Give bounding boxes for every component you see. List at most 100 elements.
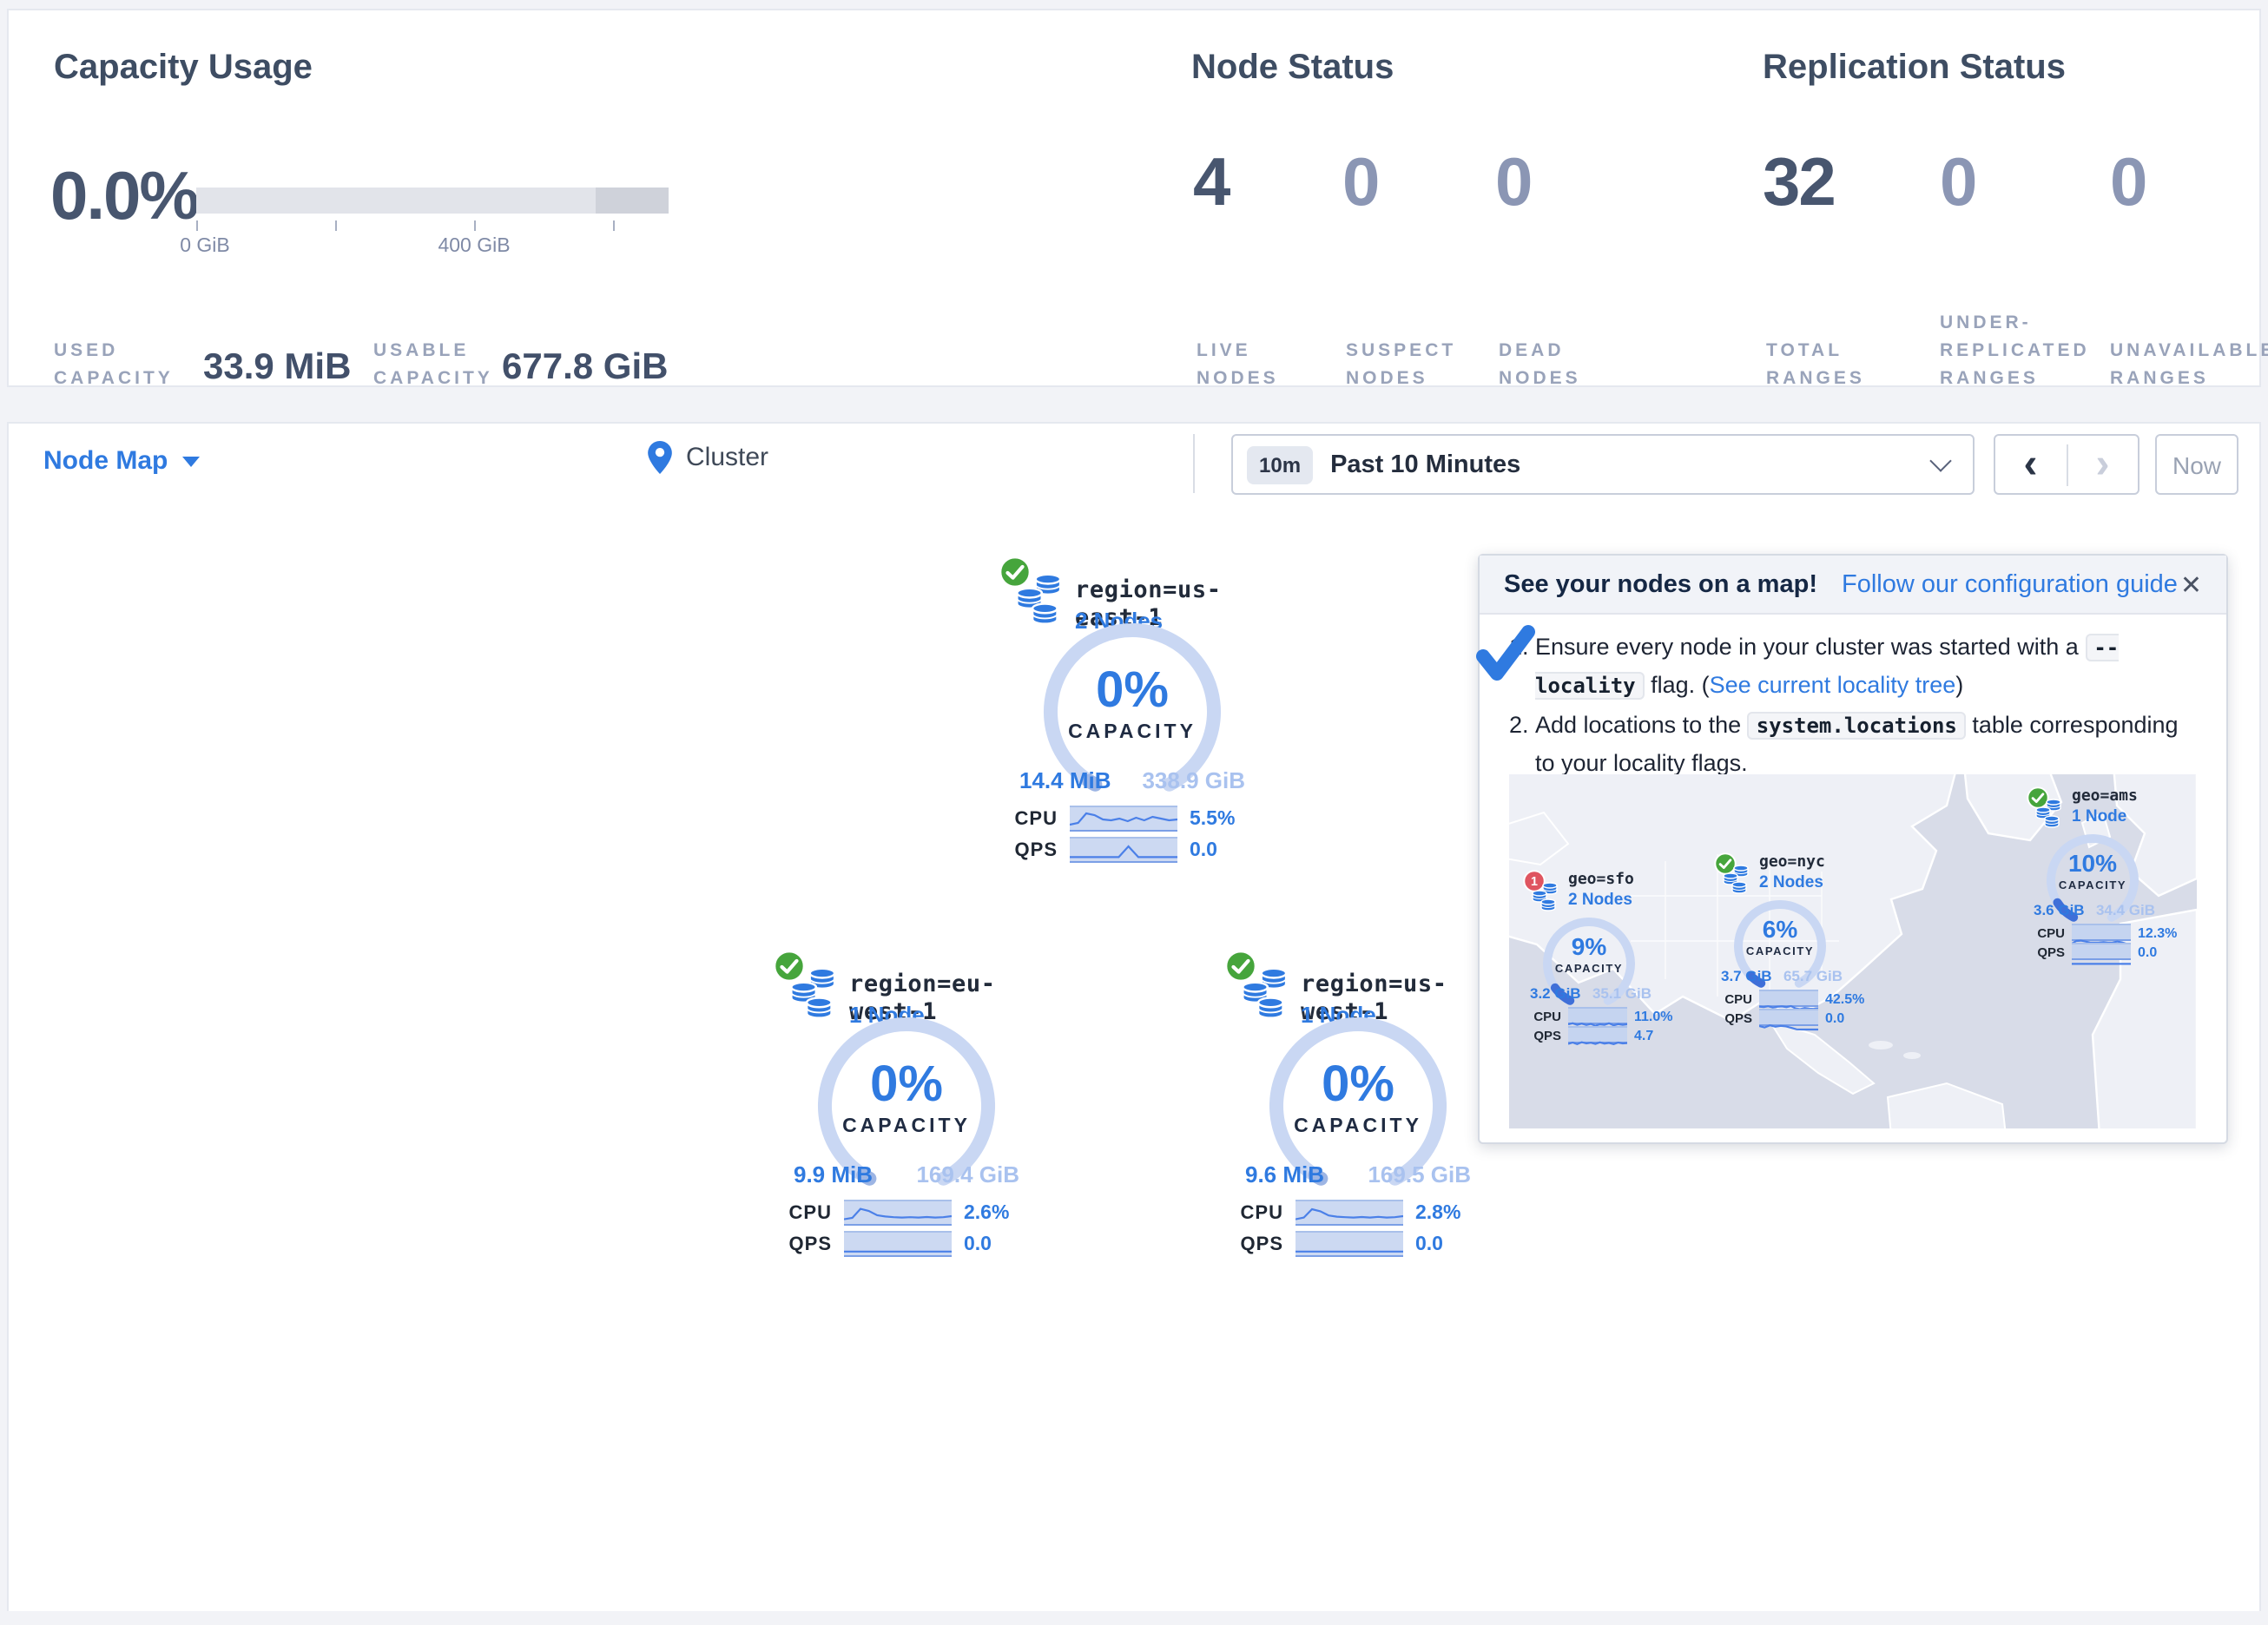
gauge-capacity-label: CAPACITY: [1210, 1116, 1506, 1137]
total-ranges-label: TOTAL RANGES: [1766, 337, 1874, 392]
capacity-values: 14.4 MiB 338.9 GiB: [1019, 767, 1245, 793]
under-replicated-label: UNDER-REPLICATED RANGES: [1940, 309, 2100, 392]
cpu-value: 12.3%: [2138, 924, 2177, 940]
chevron-right-icon: ›: [2096, 440, 2110, 487]
database-nodes-icon: [1012, 573, 1068, 628]
gauge-capacity-label: CAPACITY: [759, 1116, 1054, 1137]
cpu-label: CPU: [1235, 1202, 1283, 1223]
suspect-nodes-count: 0: [1342, 146, 1378, 222]
cpu-sparkline: [1759, 990, 1818, 1007]
toolbar-divider: [1193, 434, 1195, 493]
database-nodes-icon: [1238, 967, 1294, 1023]
unavailable-count: 0: [2110, 146, 2146, 222]
cpu-row: CPU 5.5%: [1009, 806, 1280, 832]
cpu-label: CPU: [783, 1202, 832, 1223]
capacity-values: 9.9 MiB 169.4 GiB: [794, 1161, 1019, 1188]
step1-text: Ensure every node in your cluster was st…: [1535, 634, 2085, 660]
now-button-label: Now: [2172, 451, 2221, 478]
region-label: geo=nyc: [1759, 854, 1825, 872]
time-range-dropdown[interactable]: 10m Past 10 Minutes: [1231, 434, 1975, 495]
view-selector[interactable]: Node Map: [43, 446, 199, 476]
qps-value: 4.7: [1634, 1027, 1653, 1043]
total-value: 34.4 GiB: [2096, 901, 2155, 918]
step1-text: ): [1955, 671, 1963, 697]
cpu-value: 42.5%: [1825, 990, 1864, 1006]
total-value: 169.4 GiB: [916, 1161, 1019, 1188]
gauge-percent: 0%: [759, 1057, 1054, 1115]
used-value: 3.7 GiB: [1721, 967, 1772, 984]
qps-sparkline: [1296, 1231, 1403, 1257]
cpu-sparkline: [1296, 1200, 1403, 1226]
node-count-link[interactable]: 2 Nodes: [1568, 891, 1632, 910]
database-nodes-icon: [1530, 882, 1561, 913]
total-value: 35.1 GiB: [1592, 984, 1652, 1002]
qps-value: 0.0: [1825, 1010, 1844, 1025]
time-forward-button[interactable]: ›: [2067, 444, 2138, 485]
popup-step-1: Ensure every node in your cluster was st…: [1535, 628, 2202, 703]
replication-status-title: Replication Status: [1763, 49, 2066, 89]
capacity-values: 9.6 MiB 169.5 GiB: [1245, 1161, 1471, 1188]
qps-row: QPS 0.0: [2034, 943, 2193, 960]
qps-label: QPS: [2034, 944, 2065, 959]
time-back-button[interactable]: ‹: [1995, 444, 2067, 485]
node-count-link[interactable]: 1 Node: [2072, 807, 2126, 826]
configuration-guide-link[interactable]: Follow our configuration guide: [1842, 570, 2178, 598]
qps-sparkline: [1759, 1009, 1818, 1026]
dead-nodes-count: 0: [1495, 146, 1531, 222]
total-value: 338.9 GiB: [1142, 767, 1245, 793]
breadcrumb[interactable]: Cluster: [648, 441, 768, 474]
qps-label: QPS: [783, 1234, 832, 1254]
cpu-row: CPU 2.6%: [783, 1200, 1054, 1226]
total-ranges-count: 32: [1763, 146, 1835, 222]
capacity-tick: [474, 220, 476, 231]
gauge-capacity-label: CAPACITY: [985, 722, 1280, 743]
chevron-left-icon: ‹: [2024, 440, 2038, 487]
popup-header: See your nodes on a map! Follow our conf…: [1480, 556, 2226, 615]
qps-value: 0.0: [964, 1234, 992, 1254]
used-value: 9.9 MiB: [794, 1161, 873, 1188]
capacity-tick: [335, 220, 337, 231]
qps-sparkline: [844, 1231, 952, 1257]
cpu-row: CPU 42.5%: [1721, 990, 1881, 1007]
node-count-link[interactable]: 2 Nodes: [1759, 873, 1823, 892]
used-capacity-label: USED CAPACITY: [54, 337, 179, 392]
gauge-capacity-label: CAPACITY: [1714, 946, 1846, 958]
cpu-row: CPU 11.0%: [1530, 1007, 1690, 1024]
locality-tree-link[interactable]: See current locality tree: [1710, 671, 1956, 697]
gauge-capacity-label: CAPACITY: [2027, 880, 2159, 892]
cpu-value: 5.5%: [1190, 808, 1235, 829]
node-map-canvas: region=us-east-1 2 Nodes 0% CAPACITY 14.…: [7, 502, 2261, 1613]
suspect-nodes-label: SUSPECT NODES: [1346, 337, 1467, 392]
system-locations-code: system.locations: [1748, 712, 1966, 740]
now-button[interactable]: Now: [2155, 434, 2238, 495]
page-bottom-strip: [0, 1611, 2268, 1625]
cpu-label: CPU: [1530, 1008, 1561, 1023]
cpu-label: CPU: [2034, 924, 2065, 940]
unavailable-label: UNAVAILABLE RANGES: [2110, 337, 2268, 392]
capacity-bar-reserved: [596, 188, 669, 214]
toolbar: Node Map Cluster 10m Past 10 Minutes ‹ ›: [7, 422, 2261, 505]
close-icon[interactable]: ✕: [2180, 569, 2202, 600]
cpu-label: CPU: [1721, 990, 1752, 1006]
used-value: 9.6 MiB: [1245, 1161, 1324, 1188]
used-value: 3.2 GiB: [1530, 984, 1581, 1002]
node-map-page: Capacity Usage 0.0% 0 GiB 400 GiB USED C…: [0, 0, 2268, 1625]
gauge-percent: 10%: [2027, 849, 2159, 877]
database-nodes-icon: [2034, 799, 2065, 830]
capacity-tick: [196, 220, 198, 231]
capacity-values: 3.7 GiB 65.7 GiB: [1721, 967, 1843, 984]
total-value: 169.5 GiB: [1368, 1161, 1471, 1188]
popup-step-2: Add locations to the system.locations ta…: [1535, 707, 2202, 781]
node-status-title: Node Status: [1191, 49, 1394, 89]
qps-label: QPS: [1235, 1234, 1283, 1254]
summary-panel: Capacity Usage 0.0% 0 GiB 400 GiB USED C…: [7, 9, 2261, 387]
cpu-label: CPU: [1009, 808, 1058, 829]
used-value: 14.4 MiB: [1019, 767, 1111, 793]
time-range-label: Past 10 Minutes: [1330, 451, 1520, 478]
capacity-usage-title: Capacity Usage: [54, 49, 313, 89]
qps-row: QPS 0.0: [1009, 837, 1280, 863]
cpu-sparkline: [1070, 806, 1177, 832]
capacity-tick-label-400: 400 GiB: [438, 236, 510, 257]
cpu-value: 2.6%: [964, 1202, 1009, 1223]
gauge-percent: 6%: [1714, 915, 1846, 943]
